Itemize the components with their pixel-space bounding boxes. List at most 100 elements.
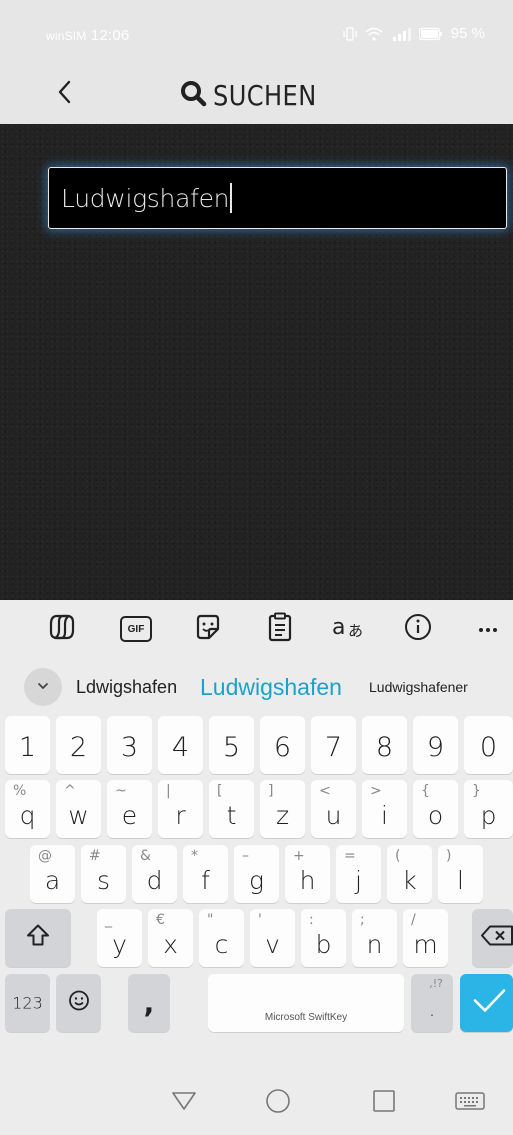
wifi-icon [365, 27, 383, 41]
nav-home-button[interactable] [260, 1087, 296, 1119]
key-label: 4 [171, 732, 190, 763]
search-input-value: Ludwigshafen [61, 183, 230, 213]
key-l[interactable]: ) l [438, 845, 483, 903]
translate-button[interactable]: aあ [330, 612, 372, 646]
period-key[interactable]: ,!? . [411, 974, 453, 1032]
info-button[interactable] [400, 612, 436, 646]
key-alt-label: ] [268, 783, 274, 799]
key-label: o [427, 801, 444, 830]
key-i[interactable]: > i [362, 780, 407, 838]
key-alt-label: ,!? [429, 977, 443, 990]
key-alt-label: + [293, 848, 305, 864]
key-c[interactable]: " c [199, 909, 244, 967]
key-y[interactable]: _ y [97, 909, 142, 967]
key-alt-label: ^ [64, 783, 76, 799]
key-w[interactable]: ^ w [56, 780, 101, 838]
key-label: d [146, 866, 163, 895]
key-r[interactable]: | r [158, 780, 203, 838]
sticker-button[interactable] [190, 612, 226, 646]
key-label: a [44, 866, 61, 895]
key-9[interactable]: 9 [413, 716, 458, 774]
key-label: g [248, 866, 264, 895]
key-alt-label: > [370, 783, 382, 799]
space-key[interactable]: Microsoft SwiftKey [208, 974, 404, 1032]
key-label: . [428, 997, 436, 1022]
key-q[interactable]: % q [5, 780, 50, 838]
shift-icon [25, 923, 51, 954]
nav-recents-button[interactable] [366, 1087, 402, 1119]
suggestion-1[interactable]: Ldwigshafen [76, 658, 177, 716]
key-b[interactable]: :b [301, 909, 346, 967]
key-d[interactable]: & d [132, 845, 177, 903]
key-alt-label: * [191, 848, 198, 864]
key-g[interactable]: – g [234, 845, 279, 903]
gif-icon: GIF [120, 616, 152, 642]
key-label: 0 [479, 732, 498, 763]
key-h[interactable]: + h [285, 845, 330, 903]
key-t[interactable]: [t [209, 780, 254, 838]
signal-icon [391, 27, 411, 41]
key-v[interactable]: ' v [250, 909, 295, 967]
key-4[interactable]: 4 [158, 716, 203, 774]
suggestion-3[interactable]: Ludwigshafener [369, 658, 468, 716]
key-alt-label: ; [360, 912, 365, 928]
suggestion-2[interactable]: Ludwigshafen [200, 658, 342, 716]
key-alt-label: – [242, 848, 249, 864]
vibrate-icon [343, 26, 357, 41]
shift-key[interactable] [5, 909, 71, 967]
key-m[interactable]: / m [403, 909, 448, 967]
key-label: s [96, 866, 111, 895]
nav-back-button[interactable] [166, 1087, 202, 1119]
key-5[interactable]: 5 [209, 716, 254, 774]
key-label: 5 [222, 732, 241, 763]
key-3[interactable]: 3 [107, 716, 152, 774]
expand-suggestions-button[interactable] [24, 668, 62, 706]
suggestion-bar: Ldwigshafen Ludwigshafen Ludwigshafener [0, 658, 513, 716]
status-bar: winSIM 12:06 95 % [0, 0, 513, 66]
carrier-label: winSIM [46, 29, 87, 43]
key-a[interactable]: @ a [30, 845, 75, 903]
key-8[interactable]: 8 [362, 716, 407, 774]
key-alt-label: ' [258, 912, 262, 928]
key-p[interactable]: } p [464, 780, 513, 838]
key-alt-label: [ [217, 783, 223, 799]
key-1[interactable]: 1 [5, 716, 50, 774]
copilot-button[interactable] [44, 612, 80, 646]
key-alt-label: # [89, 848, 101, 864]
translate-icon: aあ [331, 614, 371, 645]
clipboard-button[interactable] [262, 612, 298, 646]
symbols-key[interactable]: 123 [5, 974, 50, 1032]
key-k[interactable]: (k [387, 845, 432, 903]
key-n[interactable]: ; n [352, 909, 397, 967]
smiley-icon [68, 990, 90, 1017]
key-o[interactable]: {o [413, 780, 458, 838]
backspace-key[interactable] [472, 909, 513, 967]
nav-keyboard-button[interactable] [452, 1087, 488, 1119]
key-label: z [275, 801, 290, 830]
key-alt-label: € [156, 912, 165, 928]
enter-key[interactable] [460, 974, 513, 1032]
gif-label: GIF [127, 623, 145, 635]
key-label: 2 [69, 732, 88, 763]
key-alt-label: ~ [115, 783, 127, 799]
key-j[interactable]: = j [336, 845, 381, 903]
key-s[interactable]: # s [81, 845, 126, 903]
key-alt-label: _ [105, 912, 112, 928]
key-0[interactable]: 0 [464, 716, 513, 774]
key-z[interactable]: ] z [260, 780, 305, 838]
emoji-key[interactable] [56, 974, 101, 1032]
key-2[interactable]: 2 [56, 716, 101, 774]
key-f[interactable]: * f [183, 845, 228, 903]
more-button[interactable] [470, 612, 506, 646]
key-x[interactable]: € x [148, 909, 193, 967]
key-label: 9 [426, 732, 445, 763]
comma-key[interactable]: , [128, 974, 170, 1032]
gif-button[interactable]: GIF [118, 612, 154, 646]
key-label: c [214, 930, 229, 959]
search-input[interactable]: Ludwigshafen [48, 167, 507, 229]
checkmark-icon [472, 988, 506, 1019]
key-7[interactable]: 7 [311, 716, 356, 774]
key-e[interactable]: ~ e [107, 780, 152, 838]
key-u[interactable]: < u [311, 780, 356, 838]
key-6[interactable]: 6 [260, 716, 305, 774]
